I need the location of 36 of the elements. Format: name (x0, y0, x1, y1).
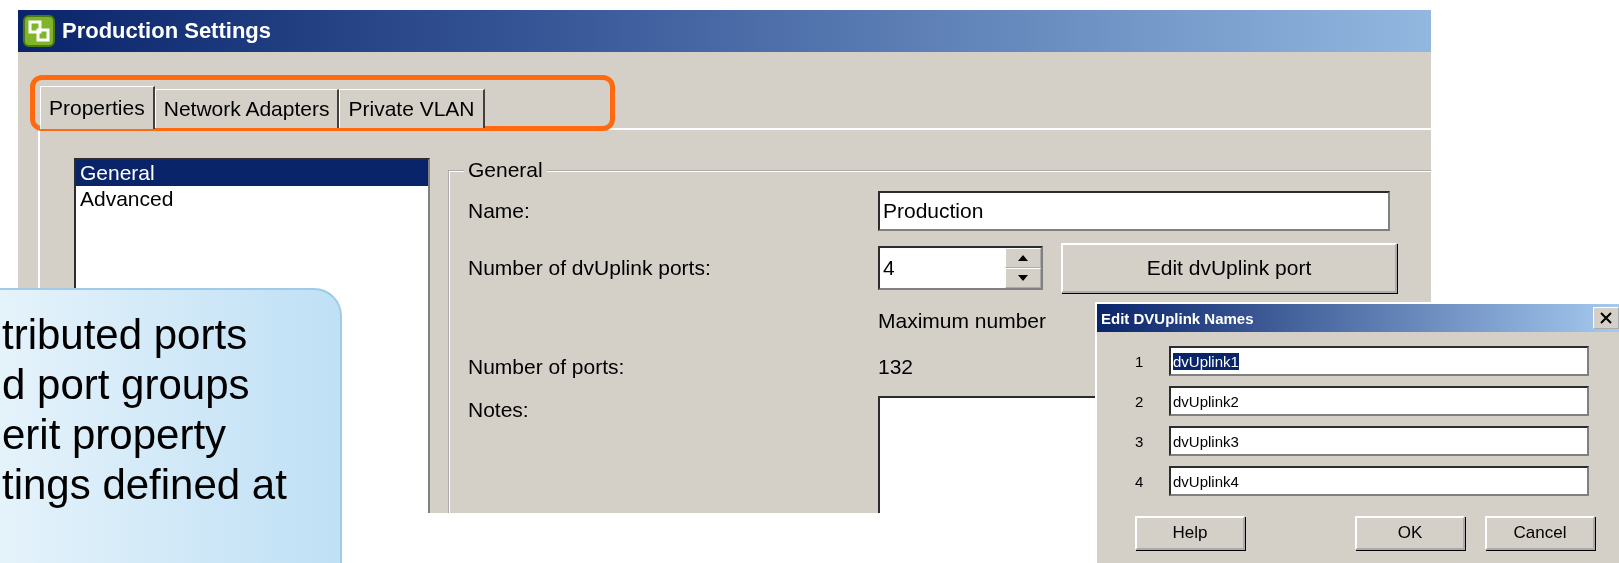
dialog-button[interactable]: Cancel (1485, 516, 1595, 550)
down-arrow-icon[interactable] (1018, 275, 1028, 281)
row-number: 2 (1135, 392, 1145, 410)
window-title: Production Settings (62, 18, 271, 44)
dialog-button[interactable]: Help (1135, 516, 1245, 550)
uplink-name-field[interactable]: dvUplink4 (1169, 466, 1589, 496)
row-number: 4 (1135, 472, 1145, 490)
callout-text: d port groups (2, 360, 251, 410)
tab[interactable]: Network Adapters (154, 89, 340, 128)
dialog-title: Edit DVUplink Names (1101, 309, 1254, 327)
app-logo-icon (22, 14, 56, 48)
uplink-name-field[interactable]: dvUplink1 (1169, 346, 1589, 376)
tab[interactable]: Private VLAN (339, 89, 485, 128)
field-label: Name: (468, 199, 530, 223)
row-number: 1 (1135, 352, 1145, 370)
close-button[interactable] (1593, 307, 1619, 329)
callout-text: tributed ports (2, 310, 249, 360)
close-icon (1600, 312, 1612, 324)
callout-text: tings defined at (2, 460, 288, 510)
field-label: Number of dvUplink ports: (468, 256, 711, 280)
up-arrow-icon[interactable] (1018, 255, 1028, 261)
uplink-name-field[interactable]: dvUplink3 (1169, 426, 1589, 456)
list-item[interactable]: Advanced (76, 186, 428, 212)
list-item[interactable]: General (76, 160, 428, 186)
field-label: Notes: (468, 398, 529, 422)
tab[interactable]: Properties (40, 86, 155, 129)
uplink-name-field[interactable]: dvUplink2 (1169, 386, 1589, 416)
name-field[interactable]: Production (878, 191, 1390, 231)
max-note: Maximum number (878, 309, 1047, 333)
spin-field[interactable]: 4 (878, 246, 1043, 290)
row-number: 3 (1135, 432, 1145, 450)
callout-text: erit property (2, 410, 228, 460)
field-label: Number of ports: (468, 355, 625, 379)
dialog-button[interactable]: OK (1355, 516, 1465, 550)
edit-uplink-button[interactable]: Edit dvUplink port (1061, 243, 1397, 293)
ports-value: 132 (878, 355, 914, 379)
